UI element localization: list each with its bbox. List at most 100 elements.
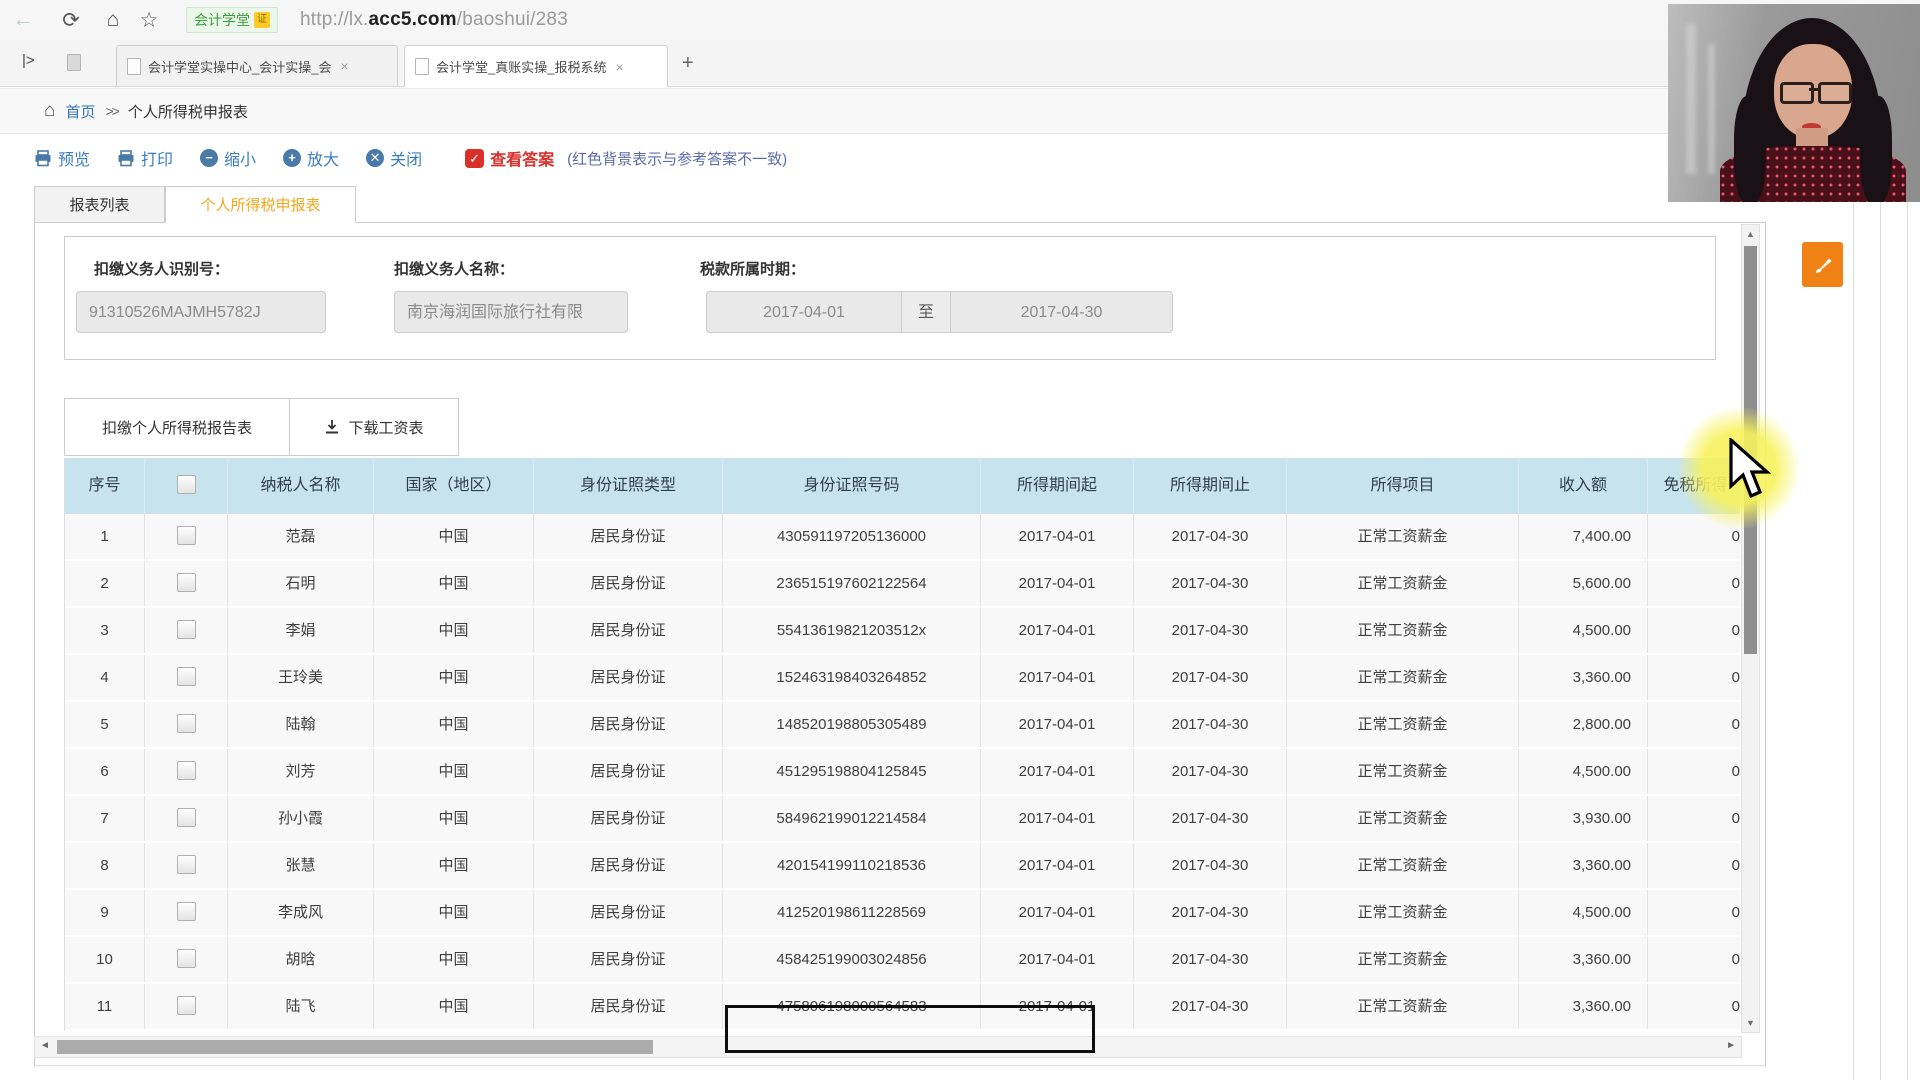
view-answer-button[interactable]: ✓ 查看答案 [465,146,554,170]
cell-no: 2 [65,561,145,606]
withholding-report-button[interactable]: 扣缴个人所得税报告表 [64,398,290,456]
browser-tab-title: 会计学堂_真账实操_报税系统 [436,60,607,75]
cell-id-type: 居民身份证 [534,749,723,794]
brush-icon [1815,258,1832,273]
right-divider-line [1853,86,1854,1080]
close-button[interactable]: ✕ 关闭 [366,146,422,170]
cell-country: 中国 [374,608,534,653]
table-row[interactable]: 2 石明 中国 居民身份证 236515197602122564 2017-04… [65,561,1740,608]
horizontal-scroll-thumb[interactable] [57,1040,653,1054]
period-from-field[interactable]: 2017-04-01 [706,291,902,333]
cell-name: 陆翰 [228,702,374,747]
scroll-down-icon[interactable]: ▼ [1742,1018,1759,1028]
table-row[interactable]: 10 胡晗 中国 居民身份证 458425199003024856 2017-0… [65,937,1740,984]
row-checkbox[interactable] [176,996,196,1016]
back-icon[interactable]: ← [8,8,38,32]
zoom-in-label: 放大 [307,152,340,169]
row-checkbox[interactable] [176,949,196,969]
cell-period-start: 2017-04-01 [981,843,1134,888]
minus-circle-icon: − [200,149,219,167]
tab-close-icon[interactable]: × [615,59,623,75]
cell-period-end: 2017-04-30 [1134,749,1287,794]
printer-icon [118,149,134,166]
breadcrumb: ⌂ 首页 >> 个人所得税申报表 [0,88,1920,134]
zoom-in-button[interactable]: + 放大 [283,146,339,170]
table-row[interactable]: 7 孙小霞 中国 居民身份证 584962199012214584 2017-0… [65,796,1740,843]
table-row[interactable]: 3 李娟 中国 居民身份证 55413619821203512x 2017-04… [65,608,1740,655]
taxpayer-id-field[interactable]: 91310526MAJMH5782J [76,291,326,333]
cell-tax-free: 0 [1648,984,1740,1029]
zoom-out-button[interactable]: − 缩小 [200,146,256,170]
row-checkbox[interactable] [176,808,196,828]
table-row[interactable]: 8 张慧 中国 居民身份证 420154199110218536 2017-04… [65,843,1740,890]
table-row[interactable]: 9 李成风 中国 居民身份证 412520198611228569 2017-0… [65,890,1740,937]
printer-icon [35,149,51,166]
close-label: 关闭 [390,152,423,169]
scroll-left-icon[interactable]: ◄ [40,1040,50,1051]
breadcrumb-home-link[interactable]: 首页 [65,101,95,122]
close-circle-icon: ✕ [366,149,385,167]
download-icon [326,420,339,434]
refresh-icon[interactable]: ⟳ [56,8,86,33]
table-row[interactable]: 4 王玲美 中国 居民身份证 152463198403264852 2017-0… [65,655,1740,702]
bookmark-star-icon[interactable]: ☆ [134,8,164,33]
tab-personal-income-tax[interactable]: 个人所得税申报表 [165,186,356,223]
new-tab-button[interactable]: + [682,52,694,75]
panel-toggle-icon[interactable]: |> [22,52,35,69]
cell-period-end: 2017-04-30 [1134,984,1287,1029]
download-salary-button[interactable]: 下载工资表 [289,398,459,456]
preview-label: 预览 [58,152,91,169]
tab-report-list[interactable]: 报表列表 [34,186,165,223]
table-row[interactable]: 6 刘芳 中国 居民身份证 451295198804125845 2017-04… [65,749,1740,796]
highlight-annotation-box [725,1005,1095,1053]
row-checkbox[interactable] [176,714,196,734]
table-row[interactable]: 5 陆翰 中国 居民身份证 148520198805305489 2017-04… [65,702,1740,749]
taxpayer-id-label: 扣缴义务人识别号： [94,261,230,278]
print-button[interactable]: 打印 [117,146,173,170]
row-checkbox[interactable] [176,902,196,922]
glasses-icon [1780,82,1814,104]
taxpayer-table: 序号 纳税人名称 国家（地区） 身份证照类型 身份证照号码 所得期间起 所得期间… [64,458,1740,1031]
url-text[interactable]: http://lx.acc5.com/baoshui/283 [300,9,568,31]
row-checkbox[interactable] [176,526,196,546]
table-row[interactable]: 1 范磊 中国 居民身份证 430591197205136000 2017-04… [65,514,1740,561]
cell-period-end: 2017-04-30 [1134,796,1287,841]
row-checkbox[interactable] [176,761,196,781]
taxpayer-name-field[interactable]: 南京海润国际旅行社有限 [394,291,628,333]
scroll-up-icon[interactable]: ▲ [1742,229,1759,239]
cell-select [145,984,228,1029]
cell-period-end: 2017-04-30 [1134,937,1287,982]
cell-country: 中国 [374,937,534,982]
table-header-row: 序号 纳税人名称 国家（地区） 身份证照类型 身份证照号码 所得期间起 所得期间… [65,458,1740,514]
cell-name: 张慧 [228,843,374,888]
url-scheme: http://lx. [300,9,369,30]
tab-close-icon[interactable]: × [340,58,348,74]
scroll-right-icon[interactable]: ► [1726,1040,1736,1051]
browser-tab-1[interactable]: 会计学堂实操中心_会计实操_会 × [116,45,398,86]
cell-income: 3,930.00 [1519,796,1648,841]
row-checkbox[interactable] [176,667,196,687]
browser-tab-2-active[interactable]: 会计学堂_真账实操_报税系统 × [404,45,668,87]
annotation-brush-button[interactable] [1802,242,1843,287]
taxpayer-name-label: 扣缴义务人名称： [394,261,515,278]
cell-id-type: 居民身份证 [534,655,723,700]
presenter-hair [1860,96,1892,202]
preview-button[interactable]: 预览 [34,146,90,170]
row-checkbox[interactable] [176,855,196,875]
period-to-field[interactable]: 2017-04-30 [950,291,1173,333]
breadcrumb-current: 个人所得税申报表 [127,103,248,121]
cell-tax-free: 0 [1648,937,1740,982]
row-checkbox[interactable] [176,573,196,593]
select-all-checkbox[interactable] [176,474,196,494]
cell-income-item: 正常工资薪金 [1287,514,1519,559]
tax-period-label: 税款所属时期： [700,261,806,278]
cell-period-start: 2017-04-01 [981,796,1134,841]
vertical-scrollbar[interactable]: ▲ ▼ [1741,224,1760,1033]
right-divider-line [1907,86,1908,1080]
home-icon[interactable]: ⌂ [98,8,128,32]
right-divider-line [1880,86,1881,1080]
row-checkbox[interactable] [176,620,196,640]
site-badge[interactable]: 会计学堂 证 [186,7,278,33]
cell-name: 刘芳 [228,749,374,794]
view-answer-label: 查看答案 [490,152,555,169]
